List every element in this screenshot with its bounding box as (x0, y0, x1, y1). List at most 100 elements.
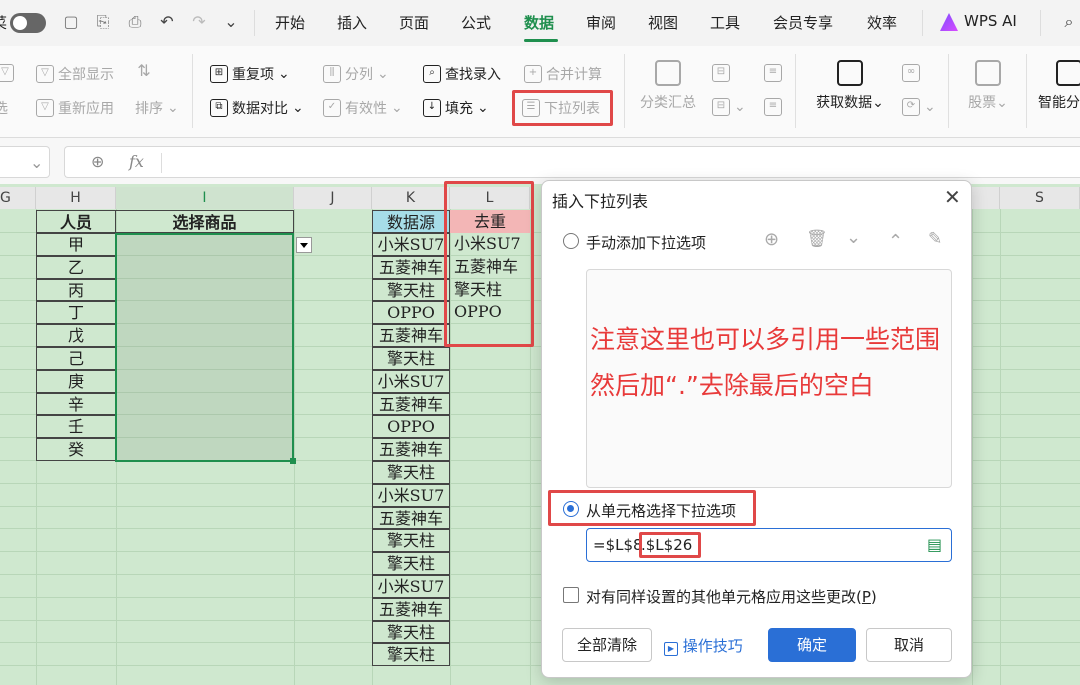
ok-button[interactable]: 确定 (768, 628, 856, 662)
person-cell[interactable]: 甲 (36, 233, 116, 256)
name-box[interactable]: ⌄ (0, 146, 50, 178)
link-button[interactable]: ∞ (902, 64, 920, 82)
column-header-s[interactable]: S (1000, 187, 1080, 209)
undo-icon[interactable]: ↶ (158, 13, 176, 31)
source-cell[interactable]: 擎天柱 (372, 347, 450, 370)
range-select-icon[interactable]: ▤ (927, 535, 942, 554)
get-data-button[interactable]: 获取数据⌄ (812, 60, 888, 112)
source-cell[interactable]: 擎天柱 (372, 552, 450, 575)
source-cell[interactable]: 五菱神车 (372, 392, 450, 416)
search-icon[interactable]: ⌕ (1060, 13, 1078, 31)
smart-analysis-button[interactable]: 智能分 (1038, 60, 1080, 112)
move-up-icon[interactable]: ⌃ (888, 231, 903, 252)
source-cell[interactable]: 擎天柱 (372, 529, 450, 553)
chevron-down-icon[interactable]: ⌄ (30, 153, 43, 172)
selected-range[interactable] (115, 233, 294, 462)
person-cell[interactable]: 壬 (36, 415, 116, 439)
sort-menu-button[interactable]: 排序 ⌄ (135, 98, 179, 118)
tab-formula[interactable]: 公式 (461, 12, 491, 33)
delete-item-icon[interactable]: 🗑 (806, 229, 828, 249)
person-cell[interactable]: 己 (36, 347, 116, 370)
close-icon[interactable]: ✕ (944, 185, 961, 209)
ungroup-button[interactable]: ⊟ ⌄ (712, 98, 746, 116)
tab-member[interactable]: 会员专享 (773, 12, 833, 33)
column-header-j[interactable]: J (294, 187, 372, 209)
tab-wps-ai[interactable]: WPS AI (964, 12, 1017, 30)
sort-button[interactable]: ⇅ (135, 63, 153, 82)
filter-button[interactable]: ▽ (0, 64, 14, 82)
column-header-i[interactable]: I (116, 187, 294, 209)
fill-handle[interactable] (290, 458, 296, 464)
move-down-icon[interactable]: ⌄ (846, 227, 861, 248)
manual-option-radio[interactable] (563, 233, 579, 249)
column-header-r[interactable] (972, 187, 1000, 209)
connections-button[interactable]: ⟳ ⌄ (902, 98, 936, 116)
data-compare-button[interactable]: ⧉ 数据对比 ⌄ (210, 98, 304, 118)
redo-icon[interactable]: ↷ (190, 13, 208, 31)
source-cell[interactable]: 小米SU7 (372, 233, 450, 256)
tab-review[interactable]: 审阅 (586, 12, 616, 33)
cancel-button[interactable]: 取消 (866, 628, 952, 662)
clear-all-button[interactable]: 全部清除 (562, 628, 652, 662)
column-header-g[interactable]: G (0, 187, 36, 209)
fill-button[interactable]: ↓ 填充 ⌄ (423, 98, 489, 118)
source-cell[interactable]: 小米SU7 (372, 575, 450, 598)
group-button[interactable]: ⊟ (712, 64, 730, 82)
zoom-icon[interactable]: ⊕ (91, 152, 104, 171)
source-cell[interactable]: 擎天柱 (372, 461, 450, 484)
source-cell[interactable]: 擎天柱 (372, 643, 450, 667)
apply-all-checkbox[interactable] (563, 587, 579, 603)
validity-button[interactable]: ✓ 有效性 ⌄ (323, 98, 403, 118)
chevron-down-icon[interactable]: ⌄ (222, 13, 240, 31)
source-cell[interactable]: OPPO (372, 415, 450, 439)
source-cell[interactable]: 五菱神车 (372, 597, 450, 621)
dropdown-list-button[interactable]: ☰ 下拉列表 (522, 98, 600, 118)
print-preview-icon[interactable]: ⎙ (126, 13, 144, 31)
tab-home[interactable]: 开始 (275, 12, 305, 33)
source-cell[interactable]: 擎天柱 (372, 620, 450, 644)
tab-efficiency[interactable]: 效率 (867, 12, 897, 33)
show-all-button[interactable]: ▽ 全部显示 (36, 64, 114, 84)
range-ref-input[interactable]: =$L$8 .$L$26 ▤ (586, 528, 952, 562)
lookup-entry-button[interactable]: ⌕ 查找录入 (423, 64, 501, 84)
person-cell[interactable]: 癸 (36, 438, 116, 461)
outline-show-button[interactable]: ≡ (764, 64, 782, 82)
subtotal-button[interactable]: 分类汇总 (638, 60, 698, 112)
tab-page[interactable]: 页面 (399, 12, 429, 33)
person-cell[interactable]: 辛 (36, 392, 116, 416)
source-cell[interactable]: 五菱神车 (372, 255, 450, 279)
tab-view[interactable]: 视图 (648, 12, 678, 33)
outline-hide-button[interactable]: ≡ (764, 98, 782, 116)
split-columns-button[interactable]: ⫼ 分列 ⌄ (323, 64, 389, 84)
autosave-toggle[interactable] (10, 13, 46, 33)
tab-data[interactable]: 数据 (524, 12, 554, 33)
manual-option-label[interactable]: 手动添加下拉选项 (586, 232, 706, 253)
person-cell[interactable]: 丙 (36, 278, 116, 302)
person-cell[interactable]: 乙 (36, 255, 116, 279)
source-cell[interactable]: 小米SU7 (372, 369, 450, 393)
edit-item-icon[interactable]: ✎ (928, 229, 942, 249)
dropdown-arrow-button[interactable] (296, 237, 312, 253)
source-cell[interactable]: 擎天柱 (372, 278, 450, 302)
save-icon[interactable]: ▢ (62, 13, 80, 31)
export-icon[interactable]: ⎘ (94, 13, 112, 31)
apply-all-label[interactable]: 对有同样设置的其他单元格应用这些更改(P) (586, 586, 877, 607)
formula-input[interactable]: ⊕ fx (64, 146, 1080, 178)
filter-select-button[interactable]: 选 (0, 98, 8, 118)
source-cell[interactable]: OPPO (372, 301, 450, 325)
cell-option-label[interactable]: 从单元格选择下拉选项 (586, 500, 736, 521)
column-header-h[interactable]: H (36, 187, 116, 209)
tab-tools[interactable]: 工具 (710, 12, 740, 33)
add-item-icon[interactable]: ⊕ (764, 229, 779, 250)
cell-option-radio[interactable] (563, 501, 579, 517)
duplicates-button[interactable]: ⊞ 重复项 ⌄ (210, 64, 290, 84)
source-cell[interactable]: 五菱神车 (372, 506, 450, 530)
stocks-button[interactable]: 股票⌄ (960, 60, 1016, 112)
reapply-button[interactable]: ▽ 重新应用 (36, 98, 114, 118)
source-cell[interactable]: 小米SU7 (372, 483, 450, 507)
source-cell[interactable]: 五菱神车 (372, 324, 450, 347)
person-cell[interactable]: 戊 (36, 324, 116, 347)
tips-link[interactable]: ▶ 操作技巧 (664, 635, 743, 656)
source-cell[interactable]: 五菱神车 (372, 438, 450, 461)
merge-calc-button[interactable]: + 合并计算 (524, 64, 602, 84)
